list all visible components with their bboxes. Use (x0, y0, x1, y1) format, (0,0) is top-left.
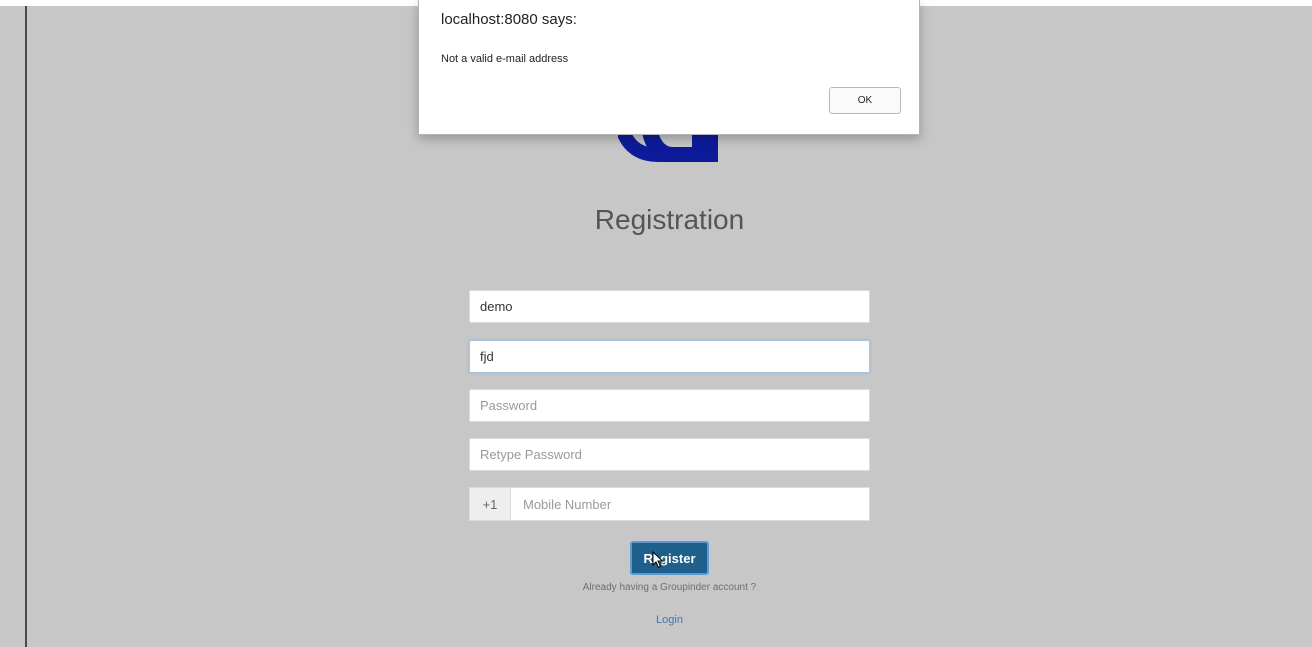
alert-dialog: localhost:8080 says: Not a valid e-mail … (418, 0, 920, 135)
mobile-number-group: +1 (469, 487, 870, 521)
register-button[interactable]: Register (630, 541, 709, 575)
retype-password-input[interactable] (469, 438, 870, 471)
email-input[interactable] (469, 340, 870, 373)
password-input[interactable] (469, 389, 870, 422)
alert-title: localhost:8080 says: (441, 11, 577, 28)
mobile-number-input[interactable] (511, 487, 870, 521)
name-input[interactable] (469, 290, 870, 323)
page-title: Registration (594, 204, 745, 235)
country-code-addon: +1 (469, 487, 511, 521)
page-left-border (25, 6, 27, 647)
login-hint-text: Already having a Groupinder account ? (582, 582, 757, 593)
login-link[interactable]: Login (469, 614, 870, 626)
alert-ok-button[interactable]: OK (829, 87, 901, 114)
alert-message: Not a valid e-mail address (441, 53, 569, 65)
